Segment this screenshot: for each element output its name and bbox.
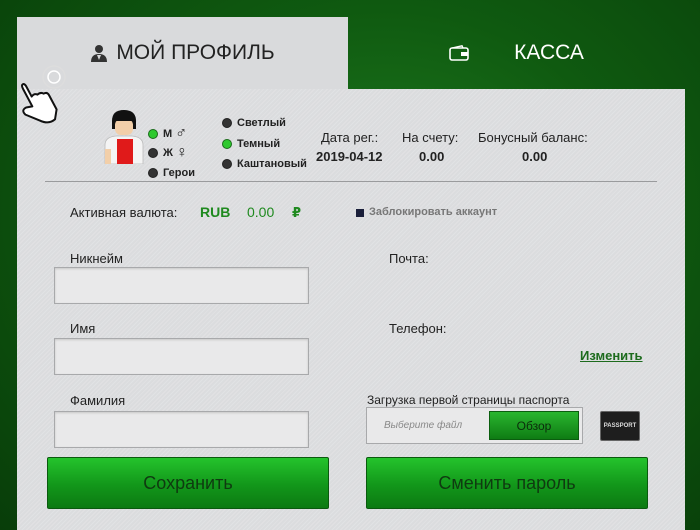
bonus-balance-label: Бонусный баланс: bbox=[478, 130, 588, 145]
block-account-checkbox[interactable] bbox=[356, 209, 364, 217]
hair-light-label: Светлый bbox=[237, 117, 286, 129]
gender-female-label: Ж bbox=[163, 147, 173, 159]
radio-hero[interactable] bbox=[148, 168, 158, 178]
reg-date-value: 2019-04-12 bbox=[316, 149, 383, 164]
nickname-input[interactable] bbox=[54, 267, 309, 304]
gender-option-hero[interactable]: Герои bbox=[148, 167, 195, 179]
radio-light[interactable] bbox=[222, 118, 232, 128]
name-input[interactable] bbox=[54, 338, 309, 375]
user-icon bbox=[91, 45, 108, 62]
passport-file-input[interactable]: Выберите файл Обзор bbox=[366, 407, 583, 444]
bonus-balance-value: 0.00 bbox=[522, 149, 548, 164]
radio-male[interactable] bbox=[148, 129, 158, 139]
block-account-label: Заблокировать аккаунт bbox=[369, 206, 498, 218]
surname-input[interactable] bbox=[54, 411, 309, 448]
radio-dark[interactable] bbox=[222, 139, 232, 149]
passport-upload-label: Загрузка первой страницы паспорта bbox=[367, 393, 570, 407]
hair-option-dark[interactable]: Темный bbox=[222, 138, 280, 150]
save-button[interactable]: Сохранить bbox=[47, 457, 329, 509]
tab-kassa[interactable]: КАССА bbox=[348, 17, 685, 89]
gender-option-female[interactable]: Ж ♀ bbox=[148, 144, 188, 162]
name-label: Имя bbox=[70, 321, 96, 336]
hair-dark-label: Темный bbox=[237, 138, 281, 150]
female-symbol-icon: ♀ bbox=[175, 144, 188, 161]
file-placeholder: Выберите файл bbox=[384, 420, 463, 431]
avatar[interactable] bbox=[102, 109, 146, 164]
profile-panel: М ♂ Ж ♀ Герои Светлый Темный Каштановый … bbox=[17, 89, 685, 530]
currency-code: RUB bbox=[200, 204, 231, 220]
surname-label: Фамилия bbox=[70, 393, 126, 408]
tab-kassa-label: КАССА bbox=[514, 41, 584, 64]
balance-label: На счету: bbox=[402, 130, 459, 145]
radio-chestnut[interactable] bbox=[222, 159, 232, 169]
hair-option-light[interactable]: Светлый bbox=[222, 117, 286, 129]
header-divider bbox=[45, 181, 657, 182]
hair-chestnut-label: Каштановый bbox=[237, 158, 307, 170]
browse-button[interactable]: Обзор bbox=[489, 411, 579, 440]
gender-option-male[interactable]: М ♂ bbox=[148, 125, 187, 143]
radio-female[interactable] bbox=[148, 148, 158, 158]
pointer-hand-icon bbox=[21, 65, 66, 124]
hair-option-chestnut[interactable]: Каштановый bbox=[222, 158, 307, 170]
reg-date-label: Дата рег.: bbox=[321, 130, 379, 145]
nickname-label: Никнейм bbox=[70, 251, 123, 266]
gender-male-label: М bbox=[163, 128, 173, 140]
passport-icon: PASSPORT bbox=[600, 411, 640, 441]
active-currency-label: Активная валюта: bbox=[70, 205, 178, 220]
gender-hero-label: Герои bbox=[163, 167, 195, 179]
email-label: Почта: bbox=[389, 251, 429, 266]
tab-my-profile-label: МОЙ ПРОФИЛЬ bbox=[116, 41, 275, 64]
phone-label: Телефон: bbox=[389, 321, 447, 336]
change-password-button[interactable]: Сменить пароль bbox=[366, 457, 648, 509]
currency-amount: 0.00 bbox=[247, 204, 275, 220]
currency-symbol: ₽ bbox=[292, 205, 302, 220]
change-link[interactable]: Изменить bbox=[580, 348, 643, 363]
wallet-icon bbox=[449, 45, 469, 61]
balance-value: 0.00 bbox=[419, 149, 445, 164]
profile-window: МОЙ ПРОФИЛЬ КАССА М ♂ Ж ♀ Герои Светлый … bbox=[17, 17, 685, 530]
male-symbol-icon: ♂ bbox=[175, 125, 188, 142]
